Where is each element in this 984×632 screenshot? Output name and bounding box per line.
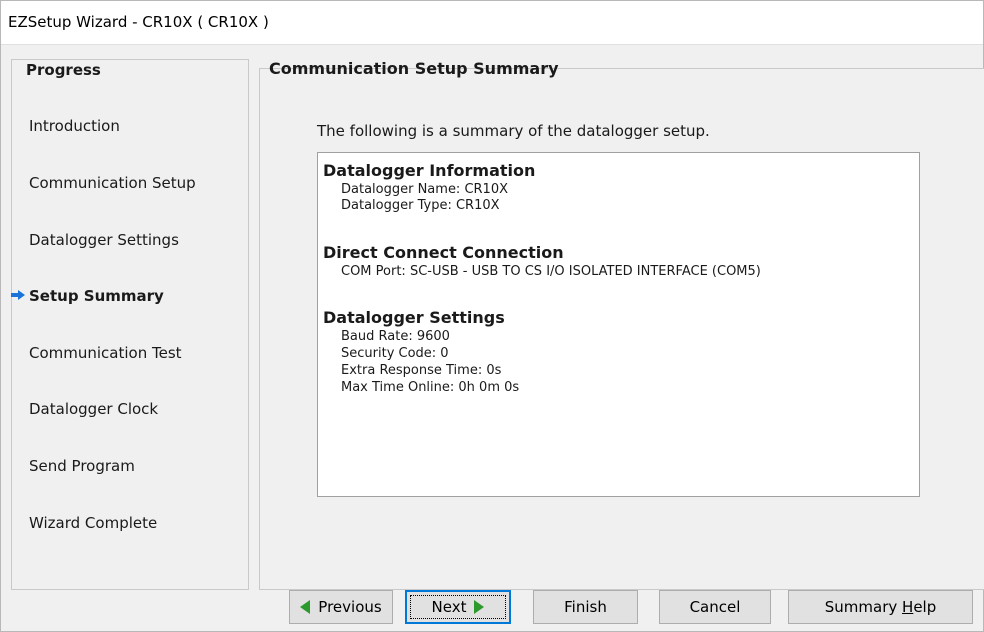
progress-step-communication-test: Communication Test [29, 344, 182, 362]
progress-step-label: Send Program [29, 457, 135, 475]
progress-step-label: Setup Summary [29, 287, 164, 305]
cancel-button-label: Cancel [689, 598, 741, 616]
help-label-suffix: elp [913, 598, 937, 616]
help-label-mnemonic: H [902, 598, 914, 616]
progress-step-communication-setup: Communication Setup [29, 174, 196, 192]
summary-line: Extra Response Time: 0s [341, 363, 502, 378]
next-button[interactable]: Next [405, 590, 511, 624]
intro-text: The following is a summary of the datalo… [317, 122, 710, 140]
progress-step-wizard-complete: Wizard Complete [29, 514, 157, 532]
progress-step-label: Communication Setup [29, 174, 196, 192]
right-arrow-icon [11, 290, 25, 300]
section-title-direct-connect: Direct Connect Connection [323, 243, 564, 262]
progress-step-datalogger-settings: Datalogger Settings [29, 231, 179, 249]
title-bar: EZSetup Wizard - CR10X ( CR10X ) [1, 1, 983, 45]
left-arrow-icon [300, 600, 311, 614]
window-title: EZSetup Wizard - CR10X ( CR10X ) [8, 13, 269, 31]
progress-step-datalogger-clock: Datalogger Clock [29, 400, 158, 418]
progress-heading: Progress [23, 61, 104, 79]
summary-line: Security Code: 0 [341, 346, 449, 361]
progress-step-setup-summary: Setup Summary [11, 287, 164, 305]
summary-line: COM Port: SC-USB - USB TO CS I/O ISOLATE… [341, 264, 761, 279]
previous-button[interactable]: Previous [289, 590, 393, 624]
progress-step-introduction: Introduction [29, 117, 120, 135]
summary-help-button[interactable]: Summary Help [788, 590, 973, 624]
next-button-label: Next [431, 598, 467, 616]
previous-button-label: Previous [318, 598, 382, 616]
summary-line: Datalogger Name: CR10X [341, 182, 509, 197]
section-title-datalogger-settings: Datalogger Settings [323, 308, 505, 327]
finish-button[interactable]: Finish [533, 590, 638, 624]
cancel-button[interactable]: Cancel [659, 590, 771, 624]
summary-line: Baud Rate: 9600 [341, 329, 450, 344]
wizard-window: EZSetup Wizard - CR10X ( CR10X ) Progres… [0, 0, 984, 632]
finish-button-label: Finish [564, 598, 607, 616]
progress-step-send-program: Send Program [29, 457, 135, 475]
progress-step-label: Wizard Complete [29, 514, 158, 532]
progress-step-label: Introduction [29, 117, 120, 135]
help-label-prefix: Summary [824, 598, 903, 616]
summary-text-box[interactable]: Datalogger Information Datalogger Name: … [317, 152, 920, 497]
summary-line: Datalogger Type: CR10X [341, 198, 500, 213]
progress-step-label: Datalogger Settings [29, 231, 179, 249]
progress-step-label: Communication Test [29, 344, 182, 362]
right-arrow-icon [474, 600, 485, 614]
progress-panel [11, 59, 249, 590]
page-title: Communication Setup Summary [269, 59, 559, 78]
section-title-datalogger-information: Datalogger Information [323, 161, 536, 180]
summary-line: Max Time Online: 0h 0m 0s [341, 380, 520, 395]
progress-step-label: Datalogger Clock [29, 400, 159, 418]
